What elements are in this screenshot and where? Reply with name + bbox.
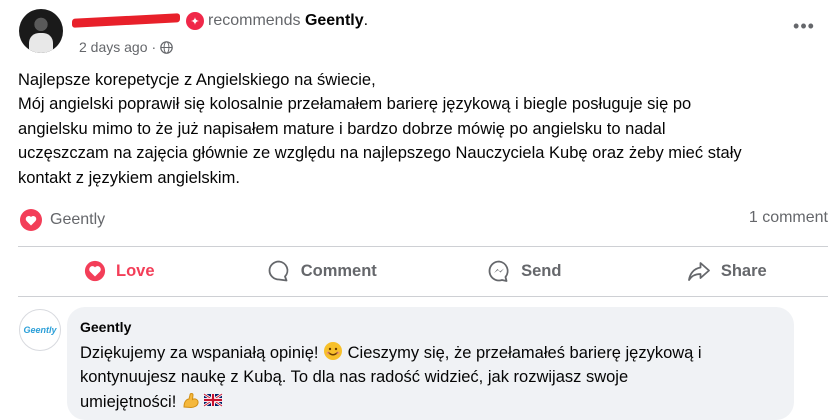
more-options-button[interactable]: ••• <box>791 17 817 40</box>
send-label: Send <box>521 261 562 280</box>
share-label: Share <box>720 261 767 280</box>
comment-line: umiejętności! <box>80 392 181 411</box>
uk-flag-icon <box>203 392 223 407</box>
comment-count-link[interactable]: 1 comment <box>749 209 828 227</box>
globe-icon <box>160 40 173 54</box>
love-label: Love <box>115 261 155 280</box>
post-line: uczęszczam na zajęcia głównie ze względu… <box>18 144 742 163</box>
divider <box>18 296 828 297</box>
comment-author-link[interactable]: Geently <box>80 319 131 335</box>
post-line: angielsku mimo to że już napisałem matur… <box>18 119 666 138</box>
share-button[interactable]: Share <box>626 246 829 296</box>
post-time[interactable]: 2 days ago <box>79 39 148 55</box>
comment-text: Dziękujemy za wspaniałą opinię! Cieszymy… <box>80 341 702 414</box>
share-arrow-icon <box>687 262 710 281</box>
heart-icon <box>84 260 106 282</box>
send-button[interactable]: Send <box>423 246 626 296</box>
profile-avatar[interactable] <box>19 9 63 53</box>
post-line: Najlepsze korepetycje z Angielskiego na … <box>18 71 376 89</box>
comment-bubble: Geently Dziękujemy za wspaniałą opinię! … <box>67 307 794 420</box>
messenger-icon <box>488 260 509 282</box>
speech-bubble-icon <box>268 260 289 282</box>
post-line: kontakt z językiem angielskim. <box>18 168 240 187</box>
smile-emoji-icon <box>324 342 343 360</box>
comment-line: Dziękujemy za wspaniałą opinię! <box>80 344 324 362</box>
commenter-avatar[interactable]: Geently <box>19 309 61 351</box>
post-header: ✦ recommends Geently. <box>72 10 368 32</box>
comment-line: kontynuujesz naukę z Kubą. To dla nas ra… <box>80 368 629 387</box>
comment-button[interactable]: Comment <box>221 246 424 296</box>
meta-separator: · <box>151 39 157 55</box>
comment-label: Comment <box>300 261 377 280</box>
reaction-summary[interactable]: Geently <box>20 208 105 232</box>
page-name-link[interactable]: Geently <box>305 12 364 30</box>
action-bar: Love Comment Send Share <box>18 246 828 296</box>
recommends-label: recommends <box>208 12 301 29</box>
recommend-icon: ✦ <box>186 12 204 30</box>
flexed-biceps-emoji-icon <box>183 392 199 408</box>
reaction-names: Geently <box>50 211 106 228</box>
redacted-author-name[interactable] <box>72 14 184 28</box>
love-reaction-icon <box>20 209 42 231</box>
post-meta: 2 days ago · <box>79 38 173 56</box>
period: . <box>363 12 369 29</box>
love-button[interactable]: Love <box>18 246 221 296</box>
post-line: Mój angielski poprawił się kolosalnie pr… <box>18 95 692 114</box>
comment-line: Cieszymy się, że przełamałeś barierę jęz… <box>343 344 702 362</box>
post-text: Najlepsze korepetycje z Angielskiego na … <box>18 68 818 190</box>
commenter-logo-text: Geently <box>23 325 57 335</box>
